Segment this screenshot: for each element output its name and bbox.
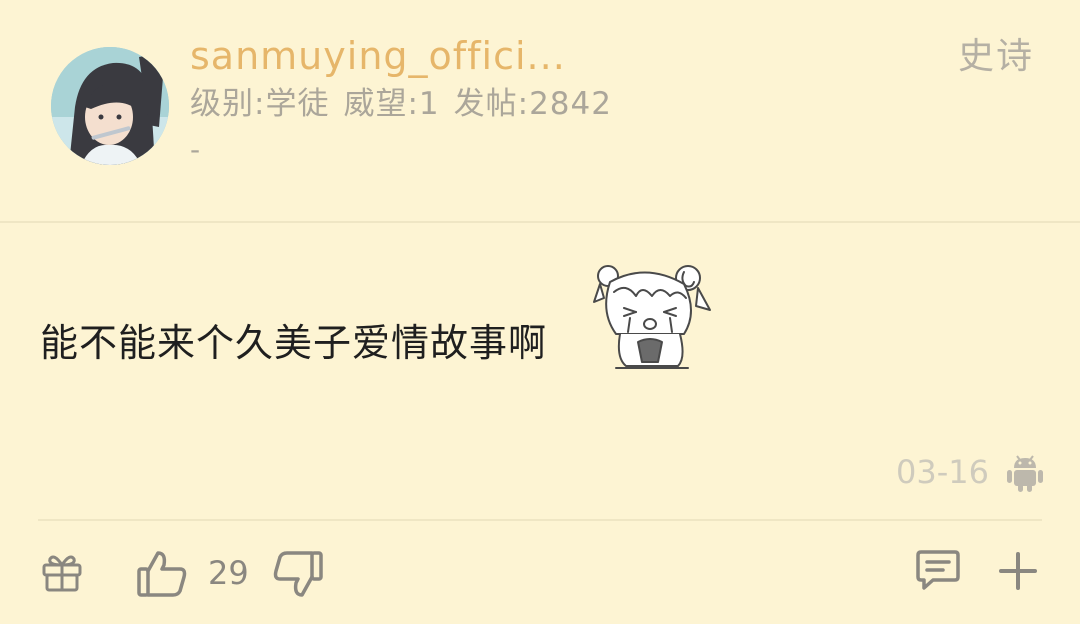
username[interactable]: sanmuying_offici...: [190, 32, 566, 80]
thumbs-down-icon[interactable]: [272, 549, 324, 599]
android-icon: [1006, 452, 1044, 492]
user-post-count: 发帖:2842: [453, 86, 612, 122]
user-signature: -: [190, 133, 201, 166]
user-reputation: 威望:1: [343, 86, 440, 122]
gift-icon[interactable]: [40, 549, 84, 593]
user-stats: 级别:学徒 威望:1 发帖:2842: [190, 84, 626, 124]
header-divider: [0, 221, 1080, 223]
like-count: 29: [208, 554, 249, 592]
user-level: 级别:学徒: [190, 86, 330, 122]
post-date: 03-16: [896, 453, 989, 491]
rank-badge: 史诗: [957, 36, 1034, 77]
thumbs-up-icon[interactable]: [136, 549, 188, 599]
footer-divider: [38, 519, 1042, 521]
avatar[interactable]: [51, 47, 169, 165]
crying-girl-sticker: [586, 262, 714, 372]
post-content: 能不能来个久美子爱情故事啊: [40, 321, 548, 365]
post-card: sanmuying_offici... 级别:学徒 威望:1 发帖:2842 - 史…: [0, 0, 1080, 624]
comment-icon[interactable]: [915, 549, 961, 591]
plus-icon[interactable]: [998, 551, 1038, 591]
